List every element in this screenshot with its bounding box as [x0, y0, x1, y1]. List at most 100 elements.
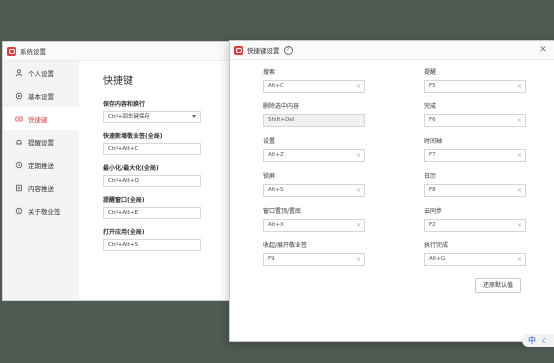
field-label: 完成: [424, 103, 437, 110]
minmax-shortcut-input[interactable]: Ctrl+Alt+Q: [103, 175, 201, 187]
sidebar-item-content-push[interactable]: 内容推送: [3, 176, 79, 199]
field-label: 提醒: [424, 69, 437, 76]
shortcut-group-save: 保存内容和换行 Ctrl+回车键保存: [103, 99, 227, 123]
field-value: F5: [429, 83, 436, 89]
field-reminder: 提醒 F5 ×: [424, 67, 526, 93]
sidebar-item-shortcuts[interactable]: 快捷键: [3, 107, 79, 130]
save-shortcut-select[interactable]: Ctrl+回车键保存: [103, 111, 201, 123]
sidebar-item-personal[interactable]: 个人设置: [3, 61, 79, 84]
clear-icon[interactable]: ×: [517, 150, 522, 161]
field-value: F7: [429, 152, 436, 158]
shortcut-settings-dialog: 快捷键设置 ? ✕ 搜索 Alt+C × 删除选中内容 Shift+Del 设置 …: [229, 40, 554, 342]
field-execute-complete: 执行完成 Alt+G ×: [424, 240, 526, 266]
help-icon[interactable]: ?: [283, 45, 293, 55]
sidebar-item-label: 定期推送: [28, 161, 54, 170]
field-lock-screen: 锁屏 Alt+S ×: [263, 171, 365, 197]
clear-icon[interactable]: ×: [517, 220, 522, 231]
field-label: 设置: [263, 138, 276, 145]
field-label: 日历: [424, 173, 437, 180]
reset-defaults-button[interactable]: 还原默认值: [475, 278, 521, 293]
settings-shortcut-input[interactable]: Alt+Z ×: [263, 149, 365, 162]
dialog-title: 快捷键设置: [247, 47, 280, 55]
field-label: 锁屏: [263, 173, 276, 180]
complete-shortcut-input[interactable]: F6 ×: [424, 114, 526, 127]
lock-screen-shortcut-input[interactable]: Alt+S ×: [263, 184, 365, 197]
field-timeline: 时间轴 F7 ×: [424, 136, 526, 162]
collapse-expand-shortcut-input[interactable]: F9 ×: [263, 253, 365, 266]
execute-complete-shortcut-input[interactable]: Alt+G ×: [424, 253, 526, 266]
clear-icon[interactable]: ×: [517, 254, 522, 265]
field-value: Alt+X: [268, 222, 284, 228]
field-label: 收起/展开敬业签: [263, 242, 308, 249]
system-settings-titlebar[interactable]: 系统设置: [3, 42, 229, 61]
field-search: 搜索 Alt+C ×: [263, 67, 365, 93]
clear-icon[interactable]: ×: [356, 185, 361, 196]
field-label: 搜索: [263, 69, 276, 76]
field-calendar: 日历 F8 ×: [424, 171, 526, 197]
clock-icon: [15, 161, 23, 169]
timeline-shortcut-input[interactable]: F7 ×: [424, 149, 526, 162]
moon-icon[interactable]: ☾: [542, 337, 548, 345]
search-shortcut-input[interactable]: Alt+C ×: [263, 80, 365, 93]
sidebar-item-label: 内容推送: [28, 184, 54, 193]
sidebar-item-label: 关于敬业签: [28, 207, 61, 216]
window-title: 系统设置: [20, 48, 46, 56]
clear-icon[interactable]: ×: [356, 150, 361, 161]
document-icon: [15, 184, 23, 192]
app-logo-icon: [234, 45, 243, 55]
field-delete-selected: 删除选中内容 Shift+Del: [263, 101, 365, 127]
app-logo-icon: [7, 46, 16, 56]
field-label: 窗口置顶/置底: [263, 208, 302, 215]
field-settings: 设置 Alt+Z ×: [263, 136, 365, 162]
field-collapse-expand: 收起/展开敬业签 F9 ×: [263, 240, 365, 266]
dialog-titlebar[interactable]: 快捷键设置 ?: [230, 41, 554, 60]
field-cloud-sync: 云同步 F2 ×: [424, 206, 526, 232]
shortcut-group-reminder-window: 提醒窗口(全局) Ctrl+Alt+E: [103, 195, 227, 219]
clear-icon[interactable]: ×: [517, 81, 522, 92]
clear-icon[interactable]: ×: [517, 115, 522, 126]
field-complete: 完成 F6 ×: [424, 101, 526, 127]
clear-icon[interactable]: ×: [356, 81, 361, 92]
open-app-shortcut-input[interactable]: Ctrl+Alt+S: [103, 239, 201, 251]
shortcut-label: 快速新增敬业签(全局): [103, 133, 163, 140]
shortcut-label: 最小化/最大化(全局): [103, 165, 159, 172]
shortcut-group-new-note: 快速新增敬业签(全局) Ctrl+Alt+C: [103, 131, 227, 155]
calendar-shortcut-input[interactable]: F8 ×: [424, 184, 526, 197]
field-value: Alt+C: [268, 83, 284, 89]
ime-indicator[interactable]: 中: [528, 335, 536, 346]
new-note-shortcut-input[interactable]: Ctrl+Alt+C: [103, 143, 201, 155]
field-value: Shift+Del: [268, 117, 295, 123]
reminder-window-shortcut-input[interactable]: Ctrl+Alt+E: [103, 207, 201, 219]
field-label: 删除选中内容: [263, 103, 300, 110]
shortcut-group-open-app: 打开应用(全局) Ctrl+Alt+S: [103, 227, 227, 251]
sidebar-item-basic[interactable]: 基本设置: [3, 84, 79, 107]
field-value: F2: [429, 222, 436, 228]
cloud-sync-shortcut-input[interactable]: F2 ×: [424, 219, 526, 232]
reminder-shortcut-input[interactable]: F5 ×: [424, 80, 526, 93]
close-icon[interactable]: ✕: [538, 45, 548, 55]
system-settings-window: 系统设置 个人设置 基本设置 快捷键 提醒设置 定期推送 内容推送 关于敬业签 …: [2, 41, 230, 301]
keyboard-icon: [15, 115, 23, 123]
shortcut-label: 打开应用(全局): [103, 229, 145, 236]
clear-icon[interactable]: ×: [356, 254, 361, 265]
field-label: 云同步: [424, 208, 443, 215]
field-label: 执行完成: [424, 242, 449, 249]
field-value: Alt+G: [429, 256, 446, 262]
sidebar-item-label: 个人设置: [28, 69, 54, 78]
field-pin-window: 窗口置顶/置底 Alt+X ×: [263, 206, 365, 232]
clear-icon[interactable]: ×: [356, 220, 361, 231]
field-value: F6: [429, 117, 436, 123]
bell-icon: [15, 138, 23, 146]
clear-icon[interactable]: ×: [517, 185, 522, 196]
shortcut-content: 快捷键 保存内容和换行 Ctrl+回车键保存 快速新增敬业签(全局) Ctrl+…: [103, 72, 227, 259]
sidebar-item-label: 基本设置: [28, 92, 54, 101]
shortcut-group-minmax: 最小化/最大化(全局) Ctrl+Alt+Q: [103, 163, 227, 187]
sidebar-item-scheduled-push[interactable]: 定期推送: [3, 153, 79, 176]
sidebar-item-label: 提醒设置: [28, 138, 54, 147]
system-tray: 中 ☾: [522, 334, 554, 347]
sidebar-item-about[interactable]: 关于敬业签: [3, 199, 79, 222]
sidebar-item-label: 快捷键: [28, 115, 48, 124]
sidebar-item-reminder[interactable]: 提醒设置: [3, 130, 79, 153]
pin-window-shortcut-input[interactable]: Alt+X ×: [263, 219, 365, 232]
info-icon: [15, 207, 23, 215]
